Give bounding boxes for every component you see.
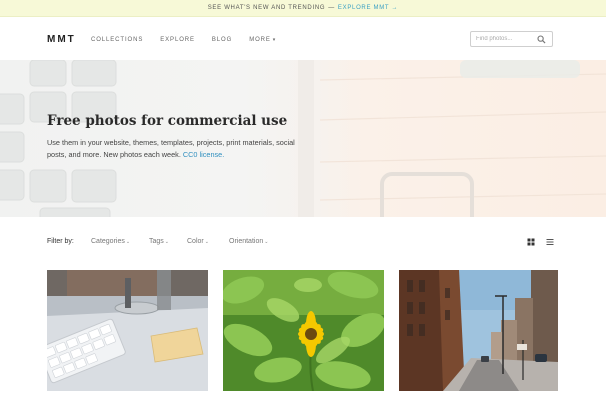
photo-card-2[interactable] (223, 270, 384, 391)
nav-item-explore[interactable]: EXPLORE (160, 37, 195, 43)
explore-link[interactable]: EXPLORE MMT → (338, 5, 398, 11)
nav-item-collections[interactable]: COLLECTIONS (91, 37, 143, 43)
chevron-down-icon: ▾ (272, 37, 277, 43)
filter-categories-label: Categories (91, 238, 125, 245)
announcement-text: SEE WHAT'S NEW AND TRENDING (207, 5, 326, 11)
logo[interactable]: MMT (47, 34, 76, 45)
chevron-down-icon: ⌄ (204, 239, 209, 245)
filter-tags-label: Tags (149, 238, 164, 245)
yellow-flower-photo (223, 270, 384, 391)
announcement-bar: SEE WHAT'S NEW AND TRENDING — EXPLORE MM… (0, 0, 606, 17)
chevron-down-icon: ⌄ (125, 239, 131, 245)
cc0-license-link[interactable]: CC0 license. (183, 150, 224, 159)
list-view-icon[interactable] (546, 238, 554, 246)
hero-banner: Free photos for commercial use Use them … (0, 60, 606, 217)
filter-tags[interactable]: Tags⌄ (149, 238, 169, 245)
site-header: MMT COLLECTIONS EXPLORE BLOG MORE ▾ (0, 18, 606, 60)
filter-label: Filter by: (47, 238, 74, 245)
announcement-separator: — (328, 5, 335, 11)
search-icon[interactable] (537, 35, 546, 44)
search-input[interactable] (476, 36, 534, 42)
filter-color-label: Color (187, 238, 204, 245)
grid-view-icon[interactable] (527, 238, 535, 246)
hero-subtitle: Use them in your website, themes, templa… (47, 137, 309, 160)
hero-subtitle-text: Use them in your website, themes, templa… (47, 138, 295, 159)
search-box (470, 31, 553, 47)
city-street-photo (399, 270, 558, 391)
chevron-down-icon: ⌄ (164, 239, 169, 245)
main-nav: COLLECTIONS EXPLORE BLOG MORE ▾ (91, 37, 293, 43)
filter-orientation[interactable]: Orientation⌄ (229, 238, 268, 245)
filter-bar: Filter by: Categories⌄ Tags⌄ Color⌄ Orie… (0, 232, 606, 252)
photo-card-1[interactable] (47, 270, 208, 391)
nav-item-blog[interactable]: BLOG (212, 37, 232, 43)
photo-card-3[interactable] (399, 270, 558, 391)
filter-orientation-label: Orientation (229, 238, 264, 245)
filter-categories[interactable]: Categories⌄ (91, 238, 130, 245)
hero-title: Free photos for commercial use (47, 113, 288, 129)
chevron-down-icon: ⌄ (264, 239, 269, 245)
nav-item-more[interactable]: MORE ▾ (249, 37, 276, 43)
filter-color[interactable]: Color⌄ (187, 238, 209, 245)
keyboard-desk-photo (47, 270, 208, 391)
nav-more-label: MORE (249, 37, 271, 43)
